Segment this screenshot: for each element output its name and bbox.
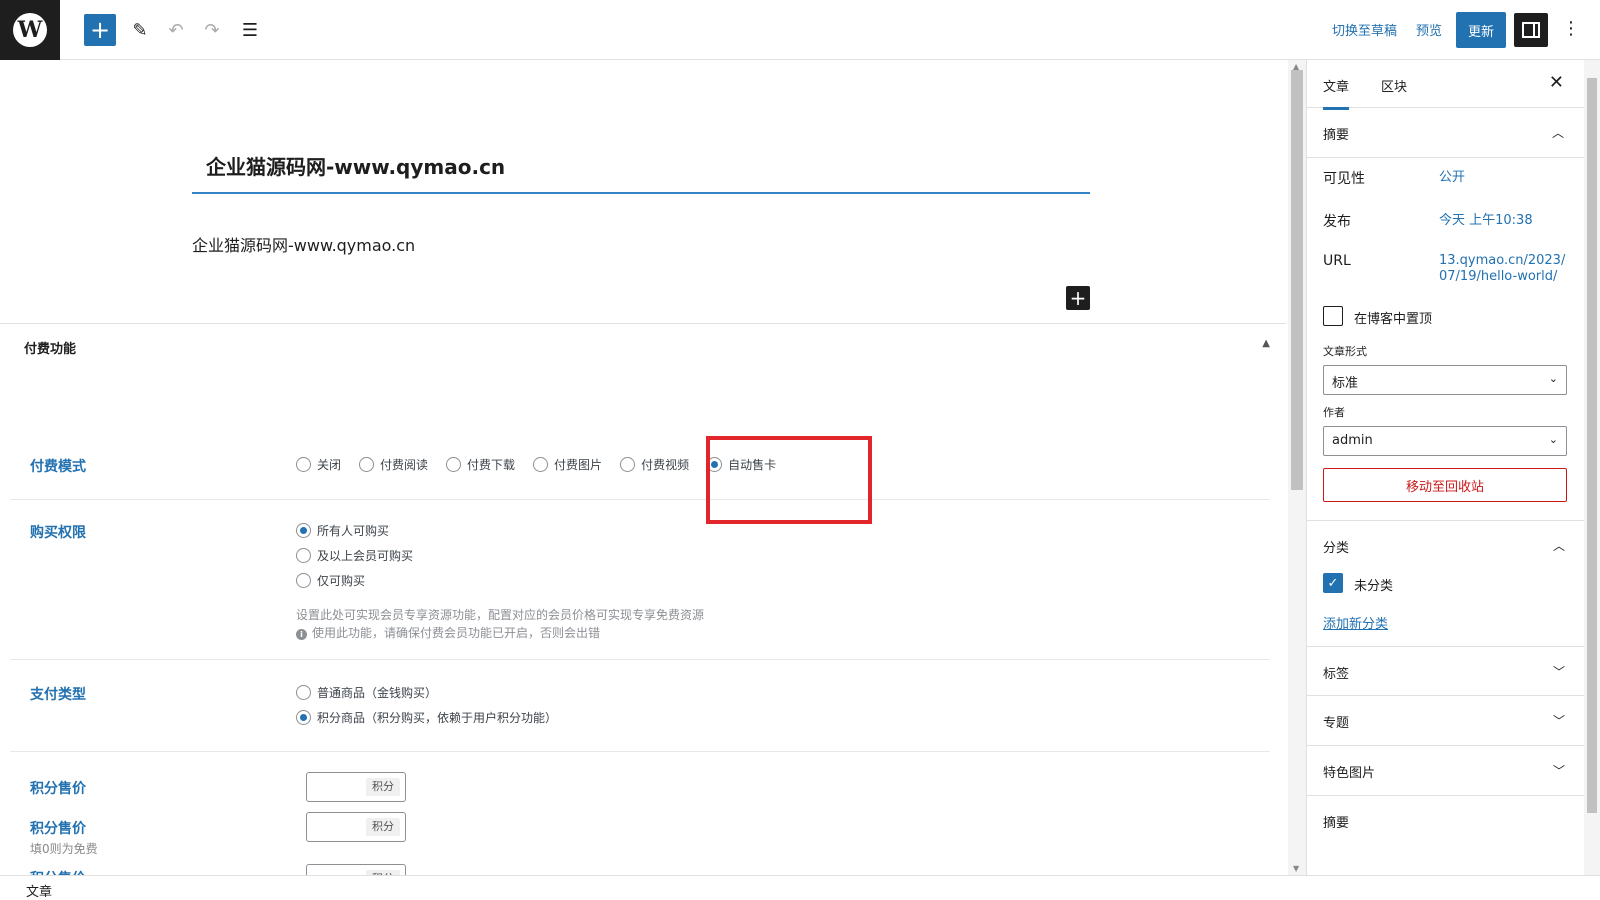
sidebar-tabs: 文章 区块 ✕ (1307, 60, 1584, 110)
purchase-limit-desc: 设置此处可实现会员专享资源功能，配置对应的会员价格可实现专享免费资源 (296, 608, 705, 622)
sticky-checkbox[interactable] (1323, 306, 1343, 326)
pay-mode-option-video[interactable]: 付费视频 (620, 456, 689, 473)
points-price-input-1[interactable]: 积分 (306, 772, 406, 802)
chevron-down-icon: ﹀ (1552, 714, 1565, 728)
purchase-limit-label: 购买权限 (30, 525, 86, 541)
url-label: URL (1323, 253, 1351, 269)
featured-image-panel-header[interactable]: 特色图片 ﹀ (1307, 746, 1584, 796)
sidebar-icon (1522, 22, 1540, 38)
preview-link[interactable]: 预览 (1416, 20, 1442, 39)
redo-icon[interactable]: ↷ (196, 14, 228, 46)
publish-label: 发布 (1323, 214, 1351, 230)
sidebar-scrollbar[interactable] (1584, 60, 1600, 875)
categories-panel-title: 分类 (1323, 541, 1350, 556)
purchase-option-member[interactable]: 及以上会员可购买 (296, 547, 413, 564)
block-inserter-icon[interactable]: + (1066, 286, 1090, 310)
author-select[interactable]: admin ⌄ (1323, 426, 1567, 456)
summary-panel-header[interactable]: 摘要 ︿ (1307, 108, 1584, 158)
topics-panel-header[interactable]: 专题 ﹀ (1307, 696, 1584, 746)
tags-panel-header[interactable]: 标签 ﹀ (1307, 646, 1584, 696)
editor-scrollbar[interactable]: ▲ ▼ (1288, 60, 1306, 875)
post-format-label: 文章形式 (1323, 345, 1367, 358)
close-icon[interactable]: ✕ (1549, 72, 1564, 93)
uncategorized-label: 未分类 (1354, 579, 1394, 594)
pay-mode-option-read[interactable]: 付费阅读 (359, 456, 428, 473)
block-breadcrumb: 文章 (0, 875, 1600, 900)
visibility-label: 可见性 (1323, 171, 1365, 187)
chevron-up-icon: ︿ (1551, 126, 1564, 140)
pay-mode-option-image[interactable]: 付费图片 (533, 456, 602, 473)
purchase-limit-field: 购买权限 所有人可购买 及以上会员可购买 仅可购买 设置此处可实现会员专享资源功… (10, 500, 1270, 660)
pencil-icon[interactable]: ✎ (124, 14, 156, 46)
pay-type-label: 支付类型 (30, 687, 86, 703)
visibility-value[interactable]: 公开 (1439, 170, 1465, 186)
topics-panel-title: 专题 (1323, 716, 1350, 731)
tab-block[interactable]: 区块 (1381, 76, 1407, 95)
wordpress-logo-button[interactable]: W (0, 0, 60, 60)
points-price-fields: 积分售价 积分 积分售价 填0则为免费 积分 积分售价 积分 (10, 752, 1270, 894)
chevron-down-icon: ⌄ (1548, 372, 1558, 385)
highlight-annotation-box (706, 436, 872, 524)
pay-mode-label: 付费模式 (30, 459, 86, 475)
points-price-label-2: 积分售价 (30, 821, 86, 837)
scroll-down-icon[interactable]: ▼ (1293, 864, 1299, 873)
switch-to-draft-link[interactable]: 切换至草稿 (1332, 20, 1397, 39)
chevron-down-icon: ⌄ (1548, 433, 1558, 446)
post-title-input[interactable]: 企业猫源码网-www.qymao.cn (192, 148, 1090, 194)
points-price-label-1: 积分售价 (30, 781, 86, 797)
author-label: 作者 (1323, 406, 1345, 419)
add-new-category-link[interactable]: 添加新分类 (1323, 613, 1388, 632)
tab-post[interactable]: 文章 (1323, 76, 1350, 110)
sticky-label: 在博客中置顶 (1354, 312, 1433, 327)
settings-toggle-button[interactable] (1514, 13, 1548, 47)
uncategorized-checkbox[interactable]: ✓ (1323, 573, 1343, 593)
wordpress-logo-icon: W (13, 13, 47, 47)
chevron-down-icon: ﹀ (1552, 665, 1565, 679)
breadcrumb-item[interactable]: 文章 (26, 885, 52, 900)
excerpt-panel-header[interactable]: 摘要 (1307, 796, 1584, 846)
more-options-icon[interactable]: ⋮ (1562, 18, 1580, 39)
pay-mode-option-download[interactable]: 付费下载 (446, 456, 515, 473)
editor-toolbar: W + ✎ ↶ ↷ ☰ 切换至草稿 预览 更新 ⋮ (0, 0, 1600, 60)
payment-metabox: 付费功能 ▲ (0, 323, 1286, 366)
list-view-icon[interactable]: ☰ (234, 14, 266, 46)
categories-panel-header[interactable]: 分类 ︿ (1307, 520, 1584, 570)
post-format-select[interactable]: 标准 ⌄ (1323, 365, 1567, 395)
chevron-down-icon: ﹀ (1552, 764, 1565, 778)
pay-mode-option-off[interactable]: 关闭 (296, 456, 341, 473)
purchase-option-all[interactable]: 所有人可购买 (296, 522, 389, 539)
metabox-header[interactable]: 付费功能 ▲ (0, 324, 1286, 366)
points-unit-label: 积分 (366, 778, 400, 796)
featured-image-panel-title: 特色图片 (1323, 766, 1376, 781)
pay-mode-field: 付费模式 关闭 付费阅读 付费下载 付费图片 付费视频 自动售卡 (10, 430, 1270, 500)
metabox-title: 付费功能 (24, 342, 77, 357)
collapse-icon[interactable]: ▲ (1262, 338, 1270, 349)
chevron-up-icon: ︿ (1552, 539, 1565, 553)
sidebar-scrollbar-thumb[interactable] (1587, 78, 1597, 813)
excerpt-panel-title: 摘要 (1323, 816, 1350, 831)
pay-type-option-money[interactable]: 普通商品（金钱购买） (296, 684, 437, 701)
settings-sidebar: 文章 区块 ✕ 摘要 ︿ 可见性 公开 发布 今天 上午10:38 URL 13… (1306, 60, 1584, 875)
points-price-input-2[interactable]: 积分 (306, 812, 406, 842)
summary-panel-title: 摘要 (1323, 128, 1350, 143)
move-to-trash-button[interactable]: 移动至回收站 (1323, 468, 1567, 502)
pay-type-field: 支付类型 普通商品（金钱购买） 积分商品（积分购买，依赖于用户积分功能） (10, 660, 1270, 752)
purchase-option-only[interactable]: 仅可购买 (296, 572, 365, 589)
publish-date-value[interactable]: 今天 上午10:38 (1439, 213, 1533, 229)
tags-panel-title: 标签 (1323, 667, 1350, 682)
pay-type-option-points[interactable]: 积分商品（积分购买，依赖于用户积分功能） (296, 709, 557, 726)
scrollbar-thumb[interactable] (1291, 70, 1303, 490)
update-button[interactable]: 更新 (1456, 12, 1506, 48)
undo-icon[interactable]: ↶ (160, 14, 192, 46)
points-unit-label: 积分 (366, 818, 400, 836)
url-value[interactable]: 13.qymao.cn/2023/ 07/19/hello-world/ (1439, 253, 1565, 285)
purchase-limit-note: i 使用此功能，请确保付费会员功能已开启，否则会出错 (296, 624, 600, 641)
add-block-button[interactable]: + (84, 14, 116, 46)
paragraph-block[interactable]: 企业猫源码网-www.qymao.cn (192, 232, 415, 256)
points-price-hint: 填0则为免费 (30, 842, 98, 856)
info-icon: i (296, 629, 307, 640)
